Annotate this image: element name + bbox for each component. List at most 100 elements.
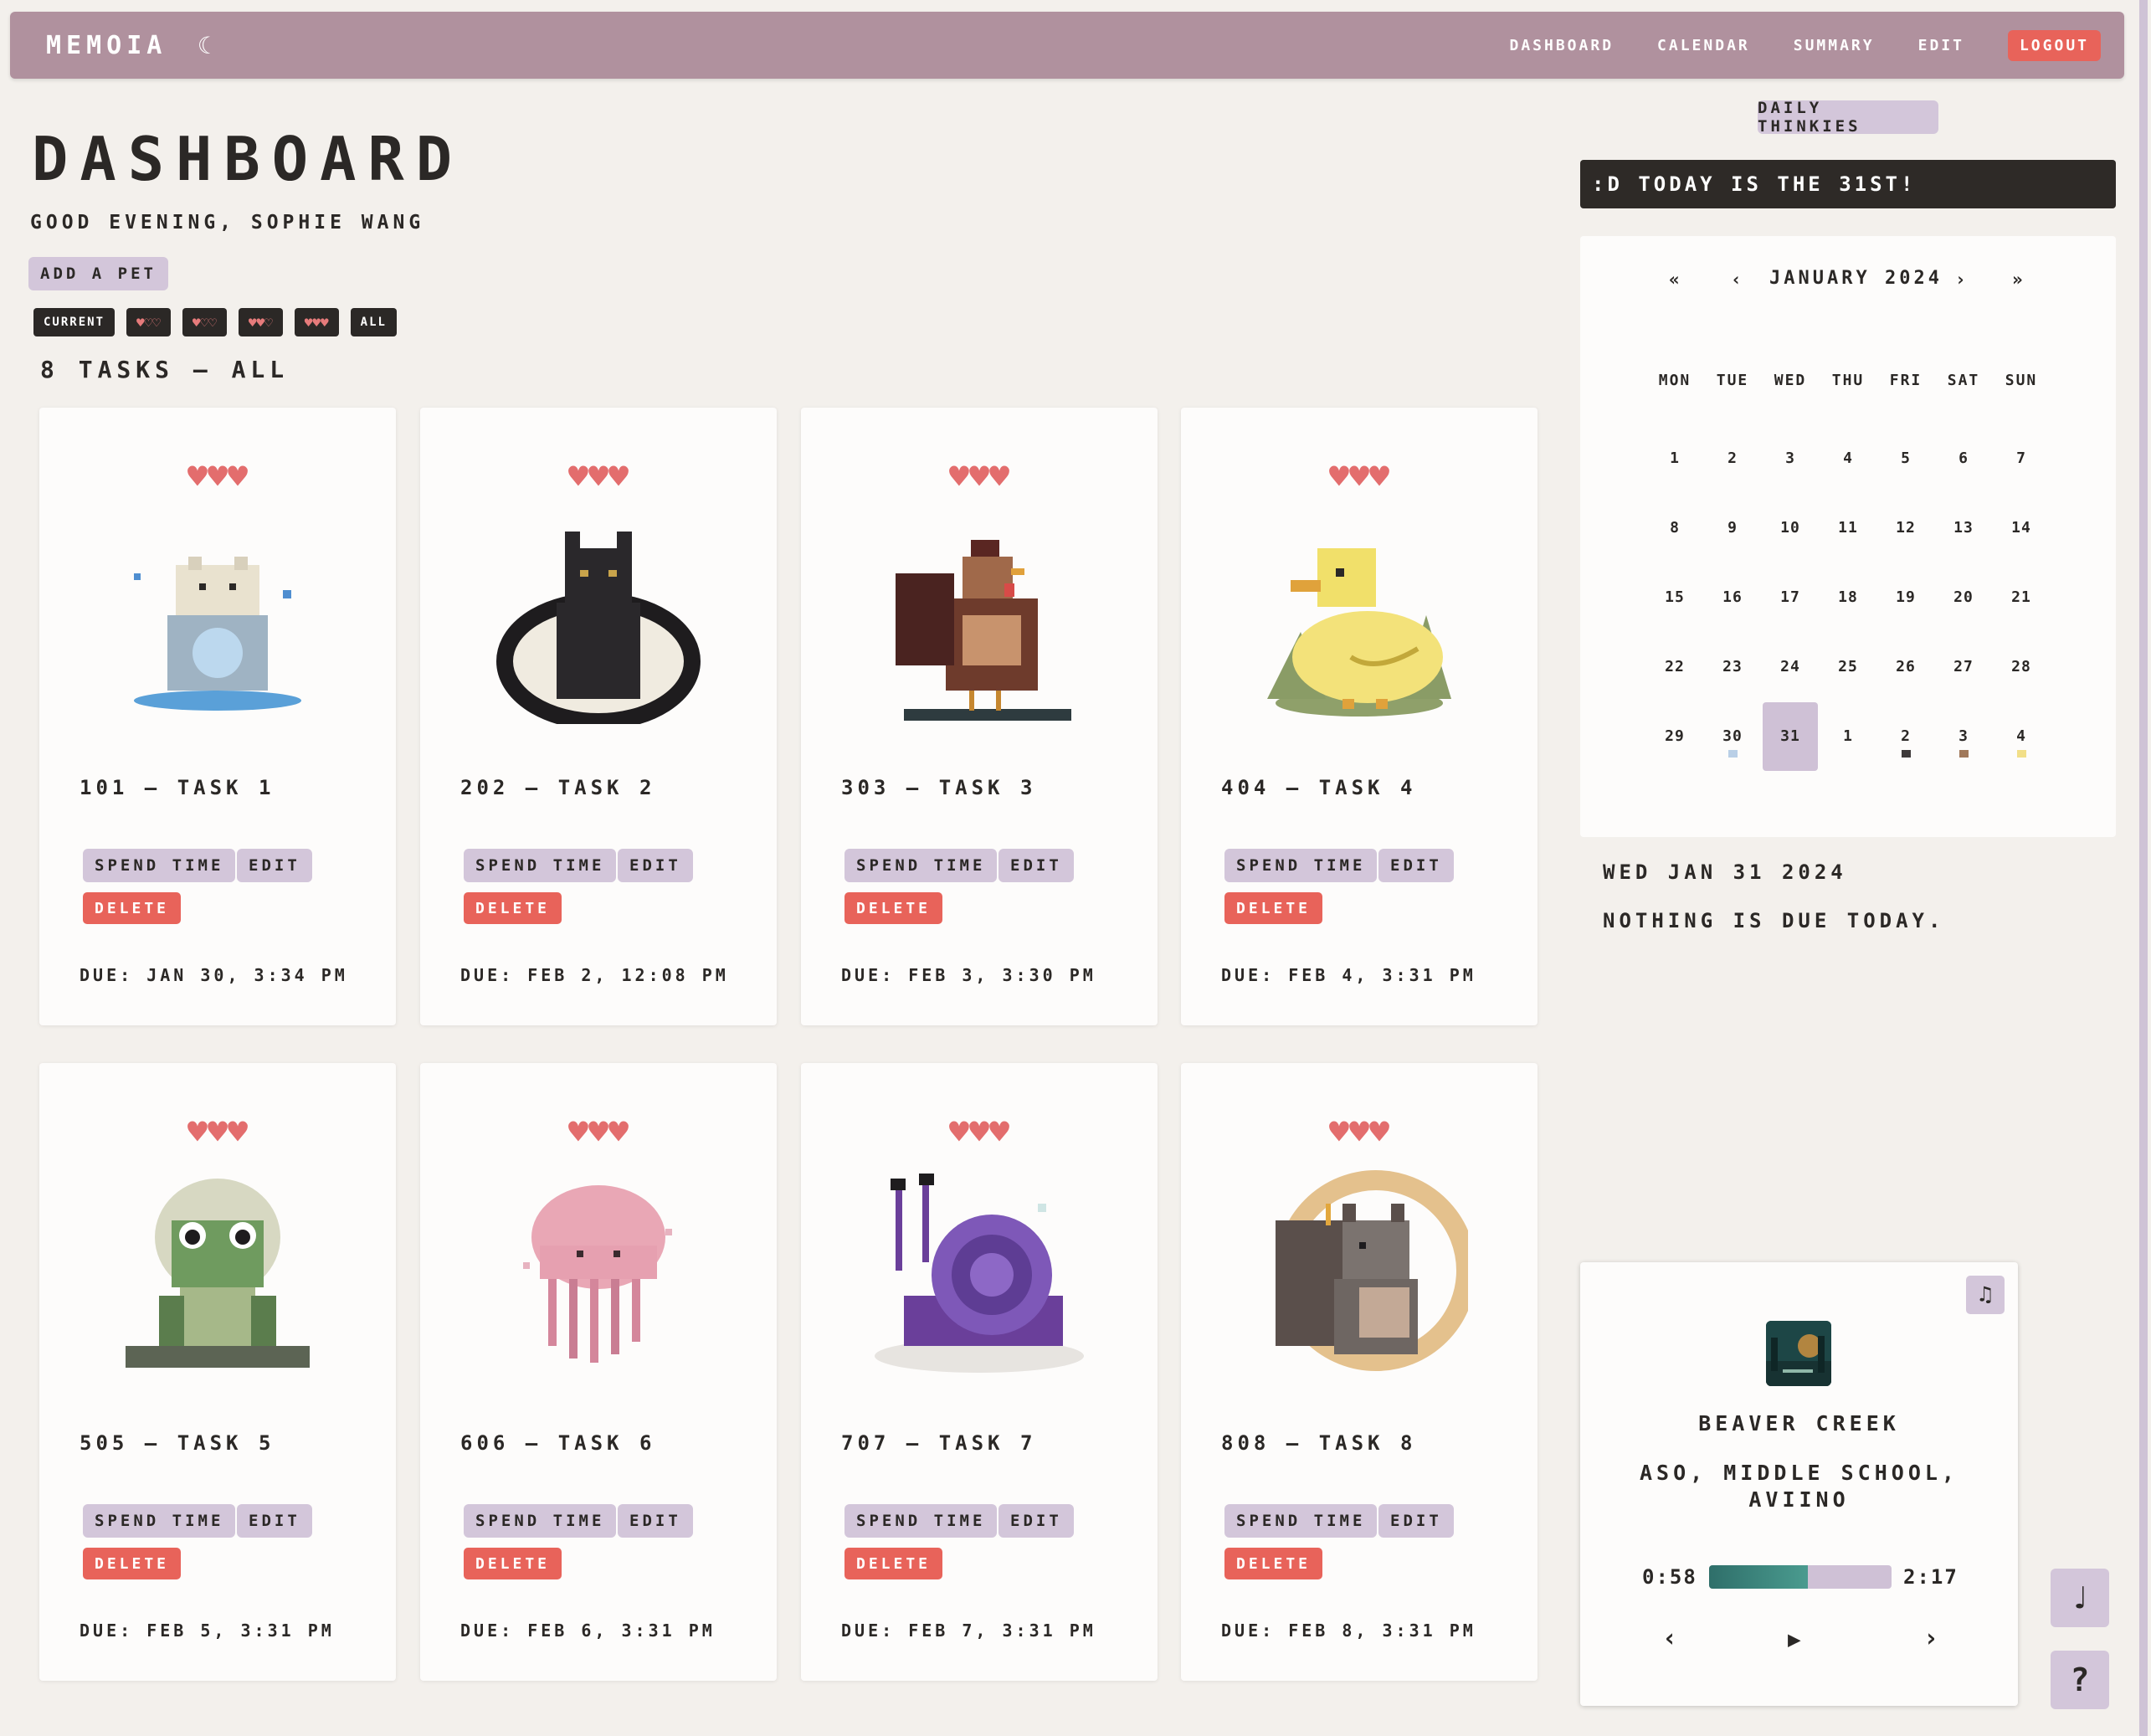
calendar-day[interactable]: 4 — [1820, 424, 1876, 493]
delete-task-button[interactable]: DELETE — [1224, 892, 1323, 924]
filter-two-hearts-a[interactable]: ♥♡♡ — [182, 308, 227, 336]
calendar-day[interactable]: 31 — [1763, 702, 1818, 771]
calendar-day[interactable]: 29 — [1647, 702, 1702, 771]
nav-dashboard[interactable]: DASHBOARD — [1510, 37, 1615, 54]
calendar-day[interactable]: 2 — [1705, 424, 1760, 493]
delete-task-button[interactable]: DELETE — [83, 892, 182, 924]
edit-task-button[interactable]: EDIT — [1378, 1504, 1454, 1538]
calendar-day[interactable]: 3 — [1763, 424, 1818, 493]
calendar-day[interactable]: 26 — [1878, 633, 1933, 701]
task-card[interactable]: ♥♥♥ 606 — TASK 6 SPEND TIME EDIT DELETE … — [420, 1063, 777, 1681]
calendar-day[interactable]: 10 — [1763, 494, 1818, 562]
nav-edit[interactable]: EDIT — [1918, 37, 1964, 54]
add-pet-button[interactable]: ADD A PET — [28, 257, 168, 290]
prev-year-button[interactable]: « — [1669, 270, 1680, 290]
page-title: DASHBOARD — [32, 124, 465, 194]
nav-summary[interactable]: SUMMARY — [1794, 37, 1875, 54]
task-card[interactable]: ♥♥♥ 808 — TASK 8 SPEND TIME EDIT DELETE … — [1181, 1063, 1538, 1681]
spend-time-button[interactable]: SPEND TIME — [844, 849, 998, 882]
task-card[interactable]: ♥♥♥ 404 — TASK 4 SPEND TIME EDIT DELETE … — [1181, 408, 1538, 1025]
task-card[interactable]: ♥♥♥ 101 — TASK 1 SPEND TIME EDIT DELETE … — [39, 408, 396, 1025]
filter-current[interactable]: CURRENT — [33, 308, 116, 336]
calendar-day[interactable]: 13 — [1936, 494, 1991, 562]
theme-toggle-icon[interactable]: ☾ — [198, 32, 212, 59]
spend-time-button[interactable]: SPEND TIME — [844, 1504, 998, 1538]
calendar-day[interactable]: 9 — [1705, 494, 1760, 562]
delete-task-button[interactable]: DELETE — [83, 1548, 182, 1579]
calendar-day[interactable]: 28 — [1994, 633, 2049, 701]
music-toggle-icon[interactable]: ♩ — [2051, 1569, 2109, 1627]
delete-task-button[interactable]: DELETE — [844, 892, 943, 924]
edit-task-button[interactable]: EDIT — [237, 1504, 312, 1538]
prev-month-button[interactable]: ‹ — [1731, 270, 1742, 290]
brand-logo[interactable]: MEMOIA — [46, 31, 167, 60]
next-month-button[interactable]: › — [1955, 270, 1966, 290]
nav-calendar[interactable]: CALENDAR — [1657, 37, 1750, 54]
calendar-day[interactable]: 16 — [1705, 563, 1760, 632]
calendar-day[interactable]: 18 — [1820, 563, 1876, 632]
play-icon[interactable]: ▶ — [1788, 1627, 1801, 1652]
music-note-icon[interactable]: ♫ — [1966, 1276, 2005, 1314]
spend-time-button[interactable]: SPEND TIME — [1224, 1504, 1378, 1538]
calendar-day[interactable]: 19 — [1878, 563, 1933, 632]
filter-three-hearts[interactable]: ♥♥♥ — [294, 308, 339, 336]
spend-time-button[interactable]: SPEND TIME — [83, 1504, 236, 1538]
next-track-icon[interactable]: › — [1923, 1624, 1938, 1653]
progress-bar[interactable] — [1709, 1565, 1892, 1589]
delete-task-button[interactable]: DELETE — [464, 1548, 562, 1579]
edit-task-button[interactable]: EDIT — [998, 849, 1074, 882]
delete-task-button[interactable]: DELETE — [1224, 1548, 1323, 1579]
task-card[interactable]: ♥♥♥ 505 — TASK 5 SPEND TIME EDIT DELETE … — [39, 1063, 396, 1681]
edit-task-button[interactable]: EDIT — [998, 1504, 1074, 1538]
calendar-day[interactable]: 17 — [1763, 563, 1818, 632]
calendar-day[interactable]: 11 — [1820, 494, 1876, 562]
delete-task-button[interactable]: DELETE — [844, 1548, 943, 1579]
next-year-button[interactable]: » — [2012, 270, 2023, 290]
edit-task-button[interactable]: EDIT — [618, 1504, 693, 1538]
spend-time-button[interactable]: SPEND TIME — [83, 849, 236, 882]
calendar-day[interactable]: 25 — [1820, 633, 1876, 701]
logout-button[interactable]: LOGOUT — [2007, 29, 2101, 61]
delete-task-button[interactable]: DELETE — [464, 892, 562, 924]
hearts-icon: ♥♥♥ — [567, 1113, 629, 1152]
calendar-day[interactable]: 23 — [1705, 633, 1760, 701]
previous-track-icon[interactable]: ‹ — [1662, 1624, 1677, 1653]
help-icon[interactable]: ? — [2051, 1651, 2109, 1709]
calendar-day[interactable]: 4 — [1994, 702, 2049, 771]
calendar-day[interactable]: 24 — [1763, 633, 1818, 701]
task-card[interactable]: ♥♥♥ 707 — TASK 7 SPEND TIME EDIT DELETE … — [801, 1063, 1158, 1681]
calendar-day[interactable]: 8 — [1647, 494, 1702, 562]
edit-task-button[interactable]: EDIT — [237, 849, 312, 882]
calendar-day[interactable]: 21 — [1994, 563, 2049, 632]
day-number: 4 — [1843, 449, 1853, 467]
filter-all[interactable]: ALL — [350, 308, 397, 336]
calendar-day[interactable]: 14 — [1994, 494, 2049, 562]
calendar-day[interactable]: 1 — [1647, 424, 1702, 493]
spend-time-button[interactable]: SPEND TIME — [464, 849, 617, 882]
calendar-day[interactable]: 6 — [1936, 424, 1991, 493]
task-card[interactable]: ♥♥♥ 303 — TASK 3 SPEND TIME EDIT DELETE … — [801, 408, 1158, 1025]
edit-task-button[interactable]: EDIT — [618, 849, 693, 882]
edit-task-button[interactable]: EDIT — [1378, 849, 1454, 882]
task-card[interactable]: ♥♥♥ 202 — TASK 2 SPEND TIME EDIT DELETE … — [420, 408, 777, 1025]
calendar-day[interactable]: 20 — [1936, 563, 1991, 632]
calendar-day[interactable]: 1 — [1820, 702, 1876, 771]
calendar-day[interactable]: 3 — [1936, 702, 1991, 771]
three-hearts-icon: ♥♥♥ — [304, 314, 329, 331]
day-number: 20 — [1953, 588, 1974, 606]
daily-thinkies-label[interactable]: DAILY THINKIES — [1758, 99, 1938, 136]
calendar-day[interactable]: 22 — [1647, 633, 1702, 701]
page-scrollbar[interactable] — [2139, 0, 2148, 1736]
spend-time-button[interactable]: SPEND TIME — [1224, 849, 1378, 882]
calendar-day[interactable]: 27 — [1936, 633, 1991, 701]
calendar-day[interactable]: 5 — [1878, 424, 1933, 493]
calendar-day[interactable]: 12 — [1878, 494, 1933, 562]
calendar-day[interactable]: 30 — [1705, 702, 1760, 771]
calendar-day[interactable]: 15 — [1647, 563, 1702, 632]
calendar-day[interactable]: 2 — [1878, 702, 1933, 771]
task-title: 505 — TASK 5 — [80, 1431, 275, 1455]
calendar-day[interactable]: 7 — [1994, 424, 2049, 493]
filter-two-hearts[interactable]: ♥♥♡ — [238, 308, 283, 336]
filter-one-heart[interactable]: ♥♡♡ — [126, 308, 171, 336]
spend-time-button[interactable]: SPEND TIME — [464, 1504, 617, 1538]
